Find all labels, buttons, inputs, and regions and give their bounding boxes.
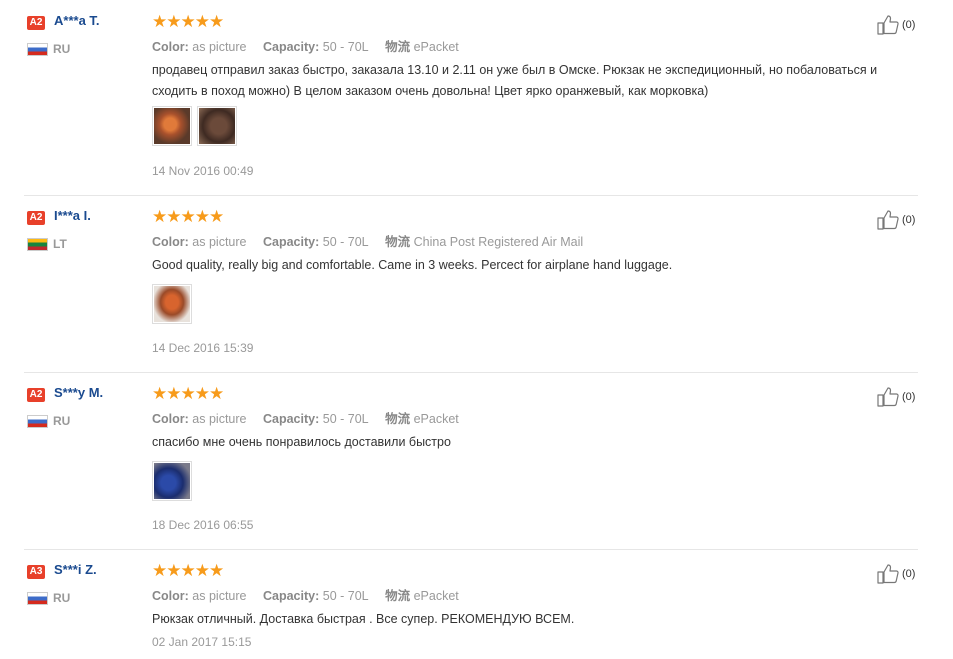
order-attributes: Color: as picture Capacity: 50 - 70L 物流 … xyxy=(152,36,459,55)
country-code: LT xyxy=(53,237,67,251)
helpful-count: (0) xyxy=(902,214,916,226)
shipping-value: ePacket xyxy=(413,40,459,54)
shipping-label: 物流 xyxy=(385,235,411,249)
country-code: RU xyxy=(53,591,71,605)
rating-stars: ★★★★★ xyxy=(152,12,224,31)
buyer-level-badge: A2 xyxy=(27,388,45,402)
order-attributes: Color: as picture Capacity: 50 - 70L 物流 … xyxy=(152,408,459,427)
country-flag-icon xyxy=(27,43,48,56)
helpful-count: (0) xyxy=(902,391,916,403)
review-photo-thumbnail[interactable] xyxy=(152,284,192,324)
review-photo-thumbnail[interactable] xyxy=(152,461,192,501)
review-photos xyxy=(152,106,237,146)
color-value: as picture xyxy=(192,40,247,54)
thumbs-up-icon xyxy=(877,387,899,407)
country-code: RU xyxy=(53,42,71,56)
color-label: Color: xyxy=(152,412,189,426)
review-date: 14 Dec 2016 15:39 xyxy=(152,341,254,355)
helpful-button[interactable]: (0) xyxy=(876,386,915,408)
buyer-level-badge: A2 xyxy=(27,16,45,30)
review-date: 14 Nov 2016 00:49 xyxy=(152,164,254,178)
color-label: Color: xyxy=(152,40,189,54)
capacity-label: Capacity: xyxy=(262,589,320,603)
reviewer-name[interactable]: S***y M. xyxy=(54,385,103,400)
reviewer-name[interactable]: I***a I. xyxy=(54,208,91,223)
divider xyxy=(24,372,918,373)
helpful-count: (0) xyxy=(902,19,916,31)
capacity-label: Capacity: xyxy=(262,235,320,249)
review-text: продавец отправил заказ быстро, заказала… xyxy=(152,63,878,98)
shipping-value: ePacket xyxy=(413,589,459,603)
review-photo-thumbnail[interactable] xyxy=(197,106,237,146)
color-label: Color: xyxy=(152,589,189,603)
shipping-label: 物流 xyxy=(385,40,411,54)
thumbs-up-icon xyxy=(877,15,899,35)
review-photo-thumbnail[interactable] xyxy=(152,106,192,146)
reviewer-name[interactable]: A***a T. xyxy=(54,13,100,28)
divider xyxy=(24,195,918,196)
review-text: Good quality, really big and comfortable… xyxy=(152,258,673,272)
helpful-button[interactable]: (0) xyxy=(876,14,915,36)
capacity-label: Capacity: xyxy=(262,40,320,54)
review-item: A2 S***y M. RU ★★★★★ Color: as picture C… xyxy=(0,384,918,550)
review-photos xyxy=(152,461,192,501)
review-date: 02 Jan 2017 15:15 xyxy=(152,635,252,649)
country-flag-icon xyxy=(27,592,48,605)
review-text: спасибо мне очень понравилось доставили … xyxy=(152,435,451,449)
review-text: Рюкзак отличный. Доставка быстрая . Все … xyxy=(152,612,575,626)
buyer-level-badge: A2 xyxy=(27,211,45,225)
thumbs-up-icon xyxy=(877,210,899,230)
order-attributes: Color: as picture Capacity: 50 - 70L 物流 … xyxy=(152,585,459,604)
thumbs-up-icon xyxy=(877,564,899,584)
review-item: A3 S***i Z. RU ★★★★★ Color: as picture C… xyxy=(0,561,918,659)
capacity-value: 50 - 70L xyxy=(322,412,369,426)
helpful-button[interactable]: (0) xyxy=(876,209,915,231)
order-attributes: Color: as picture Capacity: 50 - 70L 物流 … xyxy=(152,231,583,250)
color-value: as picture xyxy=(192,412,247,426)
country-flag-icon xyxy=(27,415,48,428)
color-label: Color: xyxy=(152,235,189,249)
shipping-value: China Post Registered Air Mail xyxy=(413,235,584,249)
rating-stars: ★★★★★ xyxy=(152,561,224,580)
shipping-label: 物流 xyxy=(385,412,411,426)
divider xyxy=(24,549,918,550)
capacity-value: 50 - 70L xyxy=(322,235,369,249)
country-code: RU xyxy=(53,414,71,428)
rating-stars: ★★★★★ xyxy=(152,207,224,226)
review-item: A2 A***a T. RU ★★★★★ Color: as picture C… xyxy=(0,12,918,196)
country-flag-icon xyxy=(27,238,48,251)
capacity-value: 50 - 70L xyxy=(322,589,369,603)
capacity-value: 50 - 70L xyxy=(322,40,369,54)
shipping-value: ePacket xyxy=(413,412,459,426)
helpful-button[interactable]: (0) xyxy=(876,563,915,585)
review-item: A2 I***a I. LT ★★★★★ Color: as picture C… xyxy=(0,207,918,373)
capacity-label: Capacity: xyxy=(262,412,320,426)
helpful-count: (0) xyxy=(902,568,916,580)
color-value: as picture xyxy=(192,235,247,249)
color-value: as picture xyxy=(192,589,247,603)
review-photos xyxy=(152,284,192,324)
shipping-label: 物流 xyxy=(385,589,411,603)
rating-stars: ★★★★★ xyxy=(152,384,224,403)
buyer-level-badge: A3 xyxy=(27,565,45,579)
review-date: 18 Dec 2016 06:55 xyxy=(152,518,254,532)
reviewer-name[interactable]: S***i Z. xyxy=(54,562,97,577)
